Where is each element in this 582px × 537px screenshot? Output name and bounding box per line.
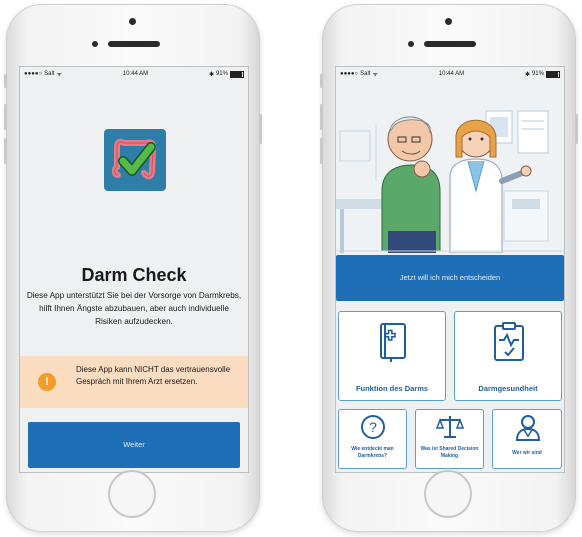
tile-darmgesundheit[interactable]: Darmgesundheit bbox=[454, 311, 562, 401]
volume-down-button bbox=[4, 138, 7, 164]
doctor-patient-illustration bbox=[336, 81, 564, 254]
question-icon: ? bbox=[361, 415, 385, 439]
wifi-icon: ᯤ bbox=[372, 72, 378, 78]
decide-button[interactable]: Jetzt will ich mich entscheiden bbox=[336, 255, 564, 301]
earpiece-speaker bbox=[424, 41, 476, 47]
exclamation-icon: ! bbox=[38, 373, 56, 391]
app-title: Darm Check bbox=[81, 265, 187, 285]
power-button bbox=[259, 114, 262, 144]
clock: 10:44 AM bbox=[438, 71, 465, 77]
power-button bbox=[575, 114, 578, 144]
illustration-icon bbox=[336, 110, 564, 254]
next-button[interactable]: Weiter bbox=[28, 422, 240, 468]
tile-funktion-des-darms[interactable]: Funktion des Darms bbox=[338, 311, 446, 401]
tile-wie-entdeckt-man-darmkrebs[interactable]: ? Wie entdeckt man Darmkrebs? bbox=[338, 409, 407, 469]
medical-book-icon bbox=[380, 323, 406, 362]
warning-banner: ! Diese App kann NICHT das vertrauensvol… bbox=[20, 356, 248, 408]
tile-wer-wir-sind[interactable]: Wer wir sind bbox=[492, 409, 562, 469]
tile-label: Wie entdeckt man Darmkrebs? bbox=[351, 446, 394, 459]
app-logo bbox=[104, 129, 166, 191]
volume-up-button bbox=[4, 104, 7, 130]
tile-label: Darmgesundheit bbox=[478, 384, 538, 393]
clock: 10:44 AM bbox=[122, 71, 149, 77]
signal-icon: ●●●●○ bbox=[340, 71, 359, 77]
screen-right: ●●●●○ Salt ᯤ 10:44 AM ✱ 91% Jetzt will i… bbox=[335, 66, 565, 473]
home-button[interactable] bbox=[108, 470, 156, 518]
tile-shared-decision-making[interactable]: Was ist Shared Decision Making bbox=[415, 409, 484, 469]
earpiece-speaker bbox=[108, 41, 160, 47]
proximity-sensor bbox=[408, 41, 414, 47]
screen-left: ●●●●○ Salt ᯤ 10:44 AM ✱ 91% Darm Check D… bbox=[19, 66, 249, 473]
status-bar: ●●●●○ Salt ᯤ 10:44 AM ✱ 91% bbox=[336, 67, 564, 81]
doctor-icon bbox=[515, 415, 541, 441]
wifi-icon: ᯤ bbox=[56, 72, 62, 78]
phone-frame-right: ●●●●○ Salt ᯤ 10:44 AM ✱ 91% Jetzt will i… bbox=[320, 4, 578, 532]
mute-switch bbox=[4, 74, 7, 88]
scale-icon bbox=[436, 416, 464, 438]
bluetooth-icon: ✱ bbox=[524, 71, 530, 78]
carrier-label: Salt bbox=[44, 71, 55, 77]
clipboard-health-icon bbox=[494, 322, 524, 361]
colon-check-icon bbox=[111, 138, 157, 180]
tile-label: Funktion des Darms bbox=[355, 384, 429, 393]
front-camera bbox=[445, 18, 452, 25]
carrier-label: Salt bbox=[360, 71, 371, 77]
signal-icon: ●●●●○ bbox=[24, 71, 43, 77]
status-bar: ●●●●○ Salt ᯤ 10:44 AM ✱ 91% bbox=[20, 67, 248, 81]
svg-text:?: ? bbox=[369, 419, 377, 435]
bluetooth-icon: ✱ bbox=[208, 71, 214, 78]
battery-icon bbox=[545, 70, 560, 78]
front-camera bbox=[129, 18, 136, 25]
volume-up-button bbox=[320, 104, 323, 130]
home-button[interactable] bbox=[424, 470, 472, 518]
warning-text: Diese App kann NICHT das vertrauensvolle… bbox=[76, 365, 231, 386]
tile-label: Wer wir sind bbox=[512, 450, 542, 456]
app-description: Diese App unterstützt Sie bei der Vorsor… bbox=[26, 291, 242, 326]
battery-percent: 91% bbox=[215, 71, 228, 77]
battery-icon bbox=[229, 70, 244, 78]
volume-down-button bbox=[320, 138, 323, 164]
tile-label: Was ist Shared Decision Making bbox=[420, 446, 479, 459]
proximity-sensor bbox=[92, 41, 98, 47]
phone-frame-left: ●●●●○ Salt ᯤ 10:44 AM ✱ 91% Darm Check D… bbox=[4, 4, 262, 532]
battery-percent: 91% bbox=[531, 71, 544, 77]
mute-switch bbox=[320, 74, 323, 88]
